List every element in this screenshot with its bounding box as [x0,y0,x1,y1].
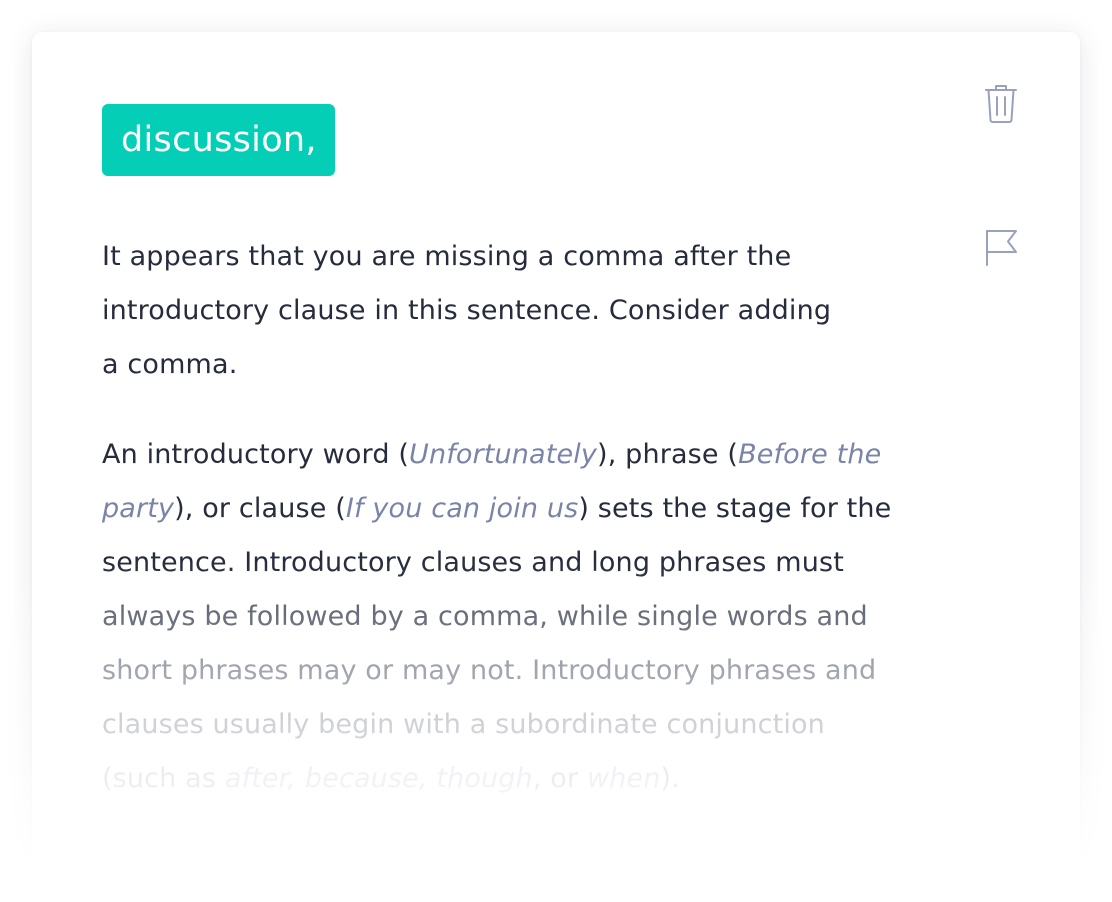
example-text: party [102,493,175,524]
summary-line: introductory clause in this sentence. Co… [102,295,832,326]
trash-icon[interactable] [980,80,1022,126]
details-line: party), or clause (If you can join us) s… [102,482,942,536]
example-text: Before the [738,439,882,470]
flag-icon[interactable] [980,226,1022,272]
details-text: ), phrase ( [597,439,739,470]
details-line: (such as after, because, though, or when… [102,752,942,806]
example-text: when [586,763,661,794]
explanation-summary: It appears that you are missing a comma … [102,230,942,392]
explanation-details: An introductory word (Unfortunately), ph… [102,428,942,806]
example-text: Unfortunately [409,439,598,470]
suggestion-card: discussion, It appears that you are miss… [32,32,1080,902]
details-text: ), or clause ( [174,493,346,524]
example-text: If you can join us [345,493,579,524]
details-text: ) sets the stage for the [578,493,892,524]
details-line: always be followed by a comma, while sin… [102,601,868,632]
summary-line: It appears that you are missing a comma … [102,241,792,272]
details-text: An introductory word ( [102,439,410,470]
suggestion-explanation: It appears that you are missing a comma … [102,230,942,806]
summary-line: a comma. [102,349,238,380]
example-text: after, because, though [224,763,533,794]
replacement-suggestion-button[interactable]: discussion, [102,104,335,176]
details-line: sentence. Introductory clauses and long … [102,547,844,578]
details-text: (such as [102,763,225,794]
details-text: ). [660,763,680,794]
details-line: short phrases may or may not. Introducto… [102,655,877,686]
details-line: An introductory word (Unfortunately), ph… [102,428,942,482]
details-text: , or [532,763,587,794]
details-line: clauses usually begin with a subordinate… [102,709,825,740]
